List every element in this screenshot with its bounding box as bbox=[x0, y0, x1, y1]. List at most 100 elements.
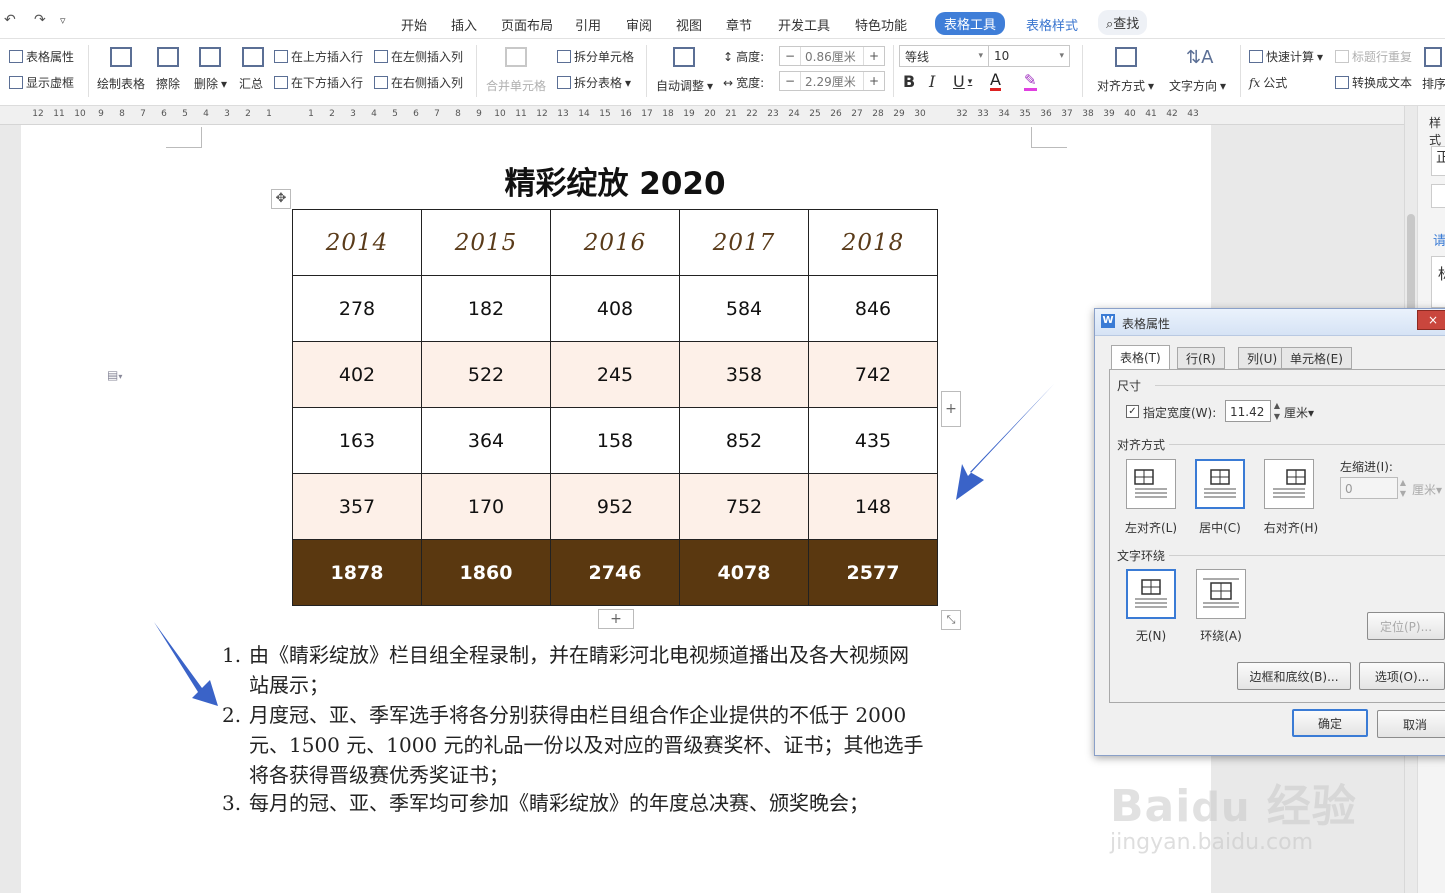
table-cell[interactable]: 852 bbox=[679, 407, 809, 474]
position-button[interactable]: 定位(P)... bbox=[1367, 612, 1445, 640]
dialog-title-bar[interactable]: W 表格属性 × bbox=[1095, 309, 1445, 336]
document-icon[interactable]: ▤▾ bbox=[107, 368, 122, 382]
align-button[interactable]: 对齐方式 ▾ bbox=[1097, 77, 1154, 94]
merge-cells-button[interactable]: 合并单元格 bbox=[486, 77, 546, 94]
draw-table-button[interactable]: 绘制表格 bbox=[97, 75, 145, 92]
menu-review[interactable]: 审阅 bbox=[626, 15, 652, 34]
table-cell[interactable]: 2014 bbox=[292, 209, 422, 276]
table-cell[interactable]: 846 bbox=[808, 275, 938, 342]
list-item[interactable]: 3. 每月的冠、亚、季军均可参加《睛彩绽放》的年度总决赛、颁奖晚会； bbox=[222, 788, 869, 818]
minus-icon[interactable]: − bbox=[780, 74, 800, 88]
table-cell[interactable]: 358 bbox=[679, 341, 809, 408]
spec-width-checkbox[interactable]: ✓ bbox=[1126, 405, 1139, 418]
menu-references[interactable]: 引用 bbox=[575, 15, 601, 34]
cancel-button[interactable]: 取消 bbox=[1377, 710, 1445, 738]
draw-table-icon[interactable] bbox=[110, 47, 132, 67]
menu-view[interactable]: 视图 bbox=[676, 15, 702, 34]
split-table-button[interactable]: 拆分表格 ▾ bbox=[557, 74, 631, 91]
delete-icon[interactable] bbox=[199, 47, 221, 67]
formula-button[interactable]: fx 公式 bbox=[1249, 74, 1287, 91]
horizontal-ruler[interactable]: 12 11 10 9 8 7 6 5 4 3 2 1 1 2 3 4 5 6 7 8 9 10 11 12 13 14 15 16 17… bbox=[0, 106, 1410, 125]
text-direction-button[interactable]: 文字方向 ▾ bbox=[1169, 77, 1226, 94]
table-cell[interactable]: 584 bbox=[679, 275, 809, 342]
repeat-header-button[interactable]: 标题行重复 bbox=[1335, 48, 1412, 65]
table-cell[interactable]: 2016 bbox=[550, 209, 680, 276]
show-gridlines-button[interactable]: 显示虚框 bbox=[9, 74, 74, 91]
width-spinner-icon[interactable]: ▲ ▼ bbox=[1271, 400, 1283, 422]
minus-icon[interactable]: − bbox=[780, 49, 800, 63]
ok-button[interactable]: 确定 bbox=[1292, 709, 1368, 737]
summary-button[interactable]: 汇总 bbox=[239, 75, 263, 92]
summary-icon[interactable] bbox=[242, 47, 264, 67]
col-width-stepper[interactable]: −2.29厘米 + bbox=[779, 71, 885, 91]
menu-insert[interactable]: 插入 bbox=[451, 15, 477, 34]
underline-icon[interactable]: U ▾ bbox=[953, 72, 972, 91]
menu-table-style[interactable]: 表格样式 bbox=[1026, 15, 1078, 34]
width-unit-select[interactable]: 厘米▾ bbox=[1284, 404, 1314, 421]
auto-fit-icon[interactable] bbox=[673, 47, 695, 67]
table-move-handle-icon[interactable]: ✥ bbox=[271, 189, 291, 209]
indent-spinner-icon[interactable]: ▲ ▼ bbox=[1397, 477, 1409, 499]
table-cell[interactable]: 364 bbox=[421, 407, 551, 474]
table-cell[interactable]: 952 bbox=[550, 473, 680, 540]
menu-page-layout[interactable]: 页面布局 bbox=[501, 15, 553, 34]
table-cell[interactable]: 182 bbox=[421, 275, 551, 342]
split-cells-button[interactable]: 拆分单元格 bbox=[557, 48, 634, 65]
tab-cell[interactable]: 单元格(E) bbox=[1281, 347, 1352, 369]
font-color-icon[interactable]: A bbox=[990, 72, 1001, 91]
font-name-select[interactable]: 等线 ▾ bbox=[899, 45, 989, 67]
menu-table-tools[interactable]: 表格工具 bbox=[935, 12, 1006, 35]
side-pane-link[interactable]: 请 bbox=[1433, 230, 1445, 249]
width-input[interactable]: 11.42 bbox=[1225, 400, 1271, 422]
sort-button[interactable]: 排序 bbox=[1422, 75, 1445, 92]
style-preview-box[interactable]: 正 bbox=[1431, 146, 1445, 176]
wrap-none-option[interactable] bbox=[1126, 569, 1176, 619]
table-cell[interactable]: 4078 bbox=[679, 539, 809, 606]
table-cell[interactable]: 357 bbox=[292, 473, 422, 540]
tab-column[interactable]: 列(U) bbox=[1238, 347, 1287, 369]
bold-icon[interactable]: B bbox=[903, 72, 915, 91]
borders-shading-button[interactable]: 边框和底纹(B)... bbox=[1237, 662, 1351, 690]
table-cell[interactable]: 148 bbox=[808, 473, 938, 540]
indent-input[interactable]: 0 bbox=[1340, 477, 1398, 499]
align-left-option[interactable] bbox=[1126, 459, 1176, 509]
eraser-icon[interactable] bbox=[157, 47, 179, 67]
table-cell[interactable]: 435 bbox=[808, 407, 938, 474]
redo-icon[interactable]: ↷ bbox=[34, 12, 46, 28]
table-cell[interactable]: 2017 bbox=[679, 209, 809, 276]
table-cell[interactable]: 402 bbox=[292, 341, 422, 408]
tab-row[interactable]: 行(R) bbox=[1177, 347, 1225, 369]
delete-button[interactable]: 删除 ▾ bbox=[194, 75, 227, 92]
search-button[interactable]: ⌕查找 bbox=[1098, 10, 1148, 35]
align-center-option[interactable] bbox=[1195, 459, 1245, 509]
indent-unit-select[interactable]: 厘米▾ bbox=[1412, 481, 1442, 498]
style-input[interactable] bbox=[1431, 184, 1445, 208]
table-cell[interactable]: 245 bbox=[550, 341, 680, 408]
table-cell[interactable]: 522 bbox=[421, 341, 551, 408]
close-icon[interactable]: × bbox=[1417, 310, 1445, 330]
table-cell[interactable]: 158 bbox=[550, 407, 680, 474]
undo-icon[interactable]: ↶ bbox=[4, 12, 16, 28]
table-cell[interactable]: 278 bbox=[292, 275, 422, 342]
erase-button[interactable]: 擦除 bbox=[156, 75, 180, 92]
options-button[interactable]: 选项(O)... bbox=[1359, 662, 1445, 690]
highlight-icon[interactable]: ✎ bbox=[1024, 72, 1037, 91]
align-right-option[interactable] bbox=[1264, 459, 1314, 509]
sort-icon[interactable] bbox=[1424, 47, 1442, 67]
text-direction-icon[interactable]: ⇅A bbox=[1186, 47, 1213, 68]
italic-icon[interactable]: I bbox=[929, 72, 935, 91]
menu-start[interactable]: 开始 bbox=[401, 15, 427, 34]
table-cell[interactable]: 1860 bbox=[421, 539, 551, 606]
list-item[interactable]: 1. 由《睛彩绽放》栏目组全程录制，并在睛彩河北电视频道播出及各大视频网 站展示； bbox=[222, 640, 909, 700]
table-cell[interactable]: 752 bbox=[679, 473, 809, 540]
convert-to-text-button[interactable]: 转换成文本 bbox=[1335, 74, 1412, 91]
add-row-button[interactable]: + bbox=[598, 609, 634, 629]
scrollbar-thumb[interactable] bbox=[1407, 214, 1415, 314]
plus-icon[interactable]: + bbox=[864, 74, 884, 88]
table-cell[interactable]: 170 bbox=[421, 473, 551, 540]
plus-icon[interactable]: + bbox=[864, 49, 884, 63]
auto-fit-button[interactable]: 自动调整 ▾ bbox=[656, 77, 713, 94]
insert-col-left-button[interactable]: 在左侧插入列 bbox=[374, 48, 463, 65]
font-size-select[interactable]: 10 ▾ bbox=[988, 45, 1070, 67]
table-cell[interactable]: 2015 bbox=[421, 209, 551, 276]
